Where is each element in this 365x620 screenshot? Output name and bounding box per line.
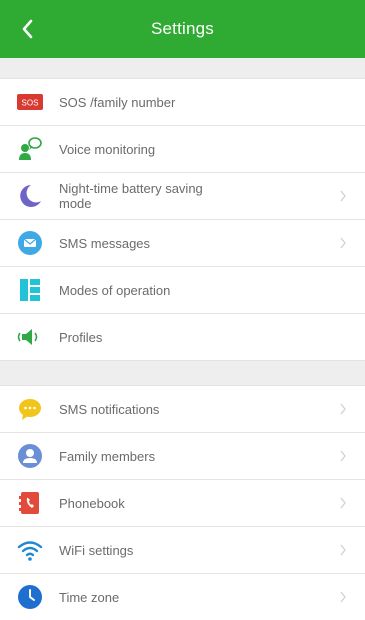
settings-item-modes[interactable]: Modes of operation <box>0 267 365 314</box>
settings-item-voice-monitoring[interactable]: Voice monitoring <box>0 126 365 173</box>
settings-item-sms-messages[interactable]: SMS messages <box>0 220 365 267</box>
modes-icon <box>16 276 44 304</box>
settings-item-label: WiFi settings <box>59 542 134 558</box>
settings-item-label: Time zone <box>59 589 120 605</box>
chat-bubble-icon <box>16 395 44 423</box>
settings-item-profiles[interactable]: Profiles <box>0 314 365 360</box>
chevron-right-icon <box>340 237 346 249</box>
settings-item-label: SMS notifications <box>59 401 160 417</box>
clock-icon <box>16 583 44 611</box>
wifi-icon <box>16 536 44 564</box>
back-button[interactable] <box>8 0 48 58</box>
settings-item-wifi[interactable]: WiFi settings <box>0 527 365 574</box>
settings-item-label: Phonebook <box>59 495 125 511</box>
chevron-right-icon <box>340 190 346 202</box>
voice-monitor-icon <box>16 135 44 163</box>
settings-item-label: Voice monitoring <box>59 141 156 157</box>
section-divider <box>0 360 365 386</box>
section-divider <box>0 58 365 79</box>
moon-icon <box>16 182 44 210</box>
settings-item-label: Profiles <box>59 329 103 345</box>
chevron-right-icon <box>340 497 346 509</box>
settings-item-sms-notifications[interactable]: SMS notifications <box>0 386 365 433</box>
chevron-right-icon <box>340 403 346 415</box>
chevron-right-icon <box>340 450 346 462</box>
settings-item-label: SOS /family number <box>59 94 176 110</box>
chevron-left-icon <box>22 19 33 39</box>
phonebook-icon <box>16 489 44 517</box>
settings-item-family-members[interactable]: Family members <box>0 433 365 480</box>
chevron-right-icon <box>340 544 346 556</box>
settings-item-phonebook[interactable]: Phonebook <box>0 480 365 527</box>
settings-screen: Settings SOS SOS /family number Voice mo… <box>0 0 365 611</box>
message-icon <box>16 229 44 257</box>
speaker-icon <box>16 323 44 351</box>
settings-item-label: Night-time battery saving mode <box>59 181 203 211</box>
settings-item-night-saving[interactable]: Night-time battery saving mode <box>0 173 365 220</box>
settings-item-time-zone[interactable]: Time zone <box>0 574 365 620</box>
page-title: Settings <box>150 19 215 38</box>
chevron-right-icon <box>340 591 346 603</box>
settings-item-label: Modes of operation <box>59 282 171 298</box>
settings-item-label: Family members <box>59 448 156 464</box>
settings-item-label: SMS messages <box>59 235 151 251</box>
settings-item-sos[interactable]: SOS SOS /family number <box>0 79 365 126</box>
sos-icon: SOS <box>16 88 44 116</box>
header-bar: Settings <box>0 0 365 58</box>
svg-text:SOS: SOS <box>22 99 39 108</box>
person-icon <box>16 442 44 470</box>
